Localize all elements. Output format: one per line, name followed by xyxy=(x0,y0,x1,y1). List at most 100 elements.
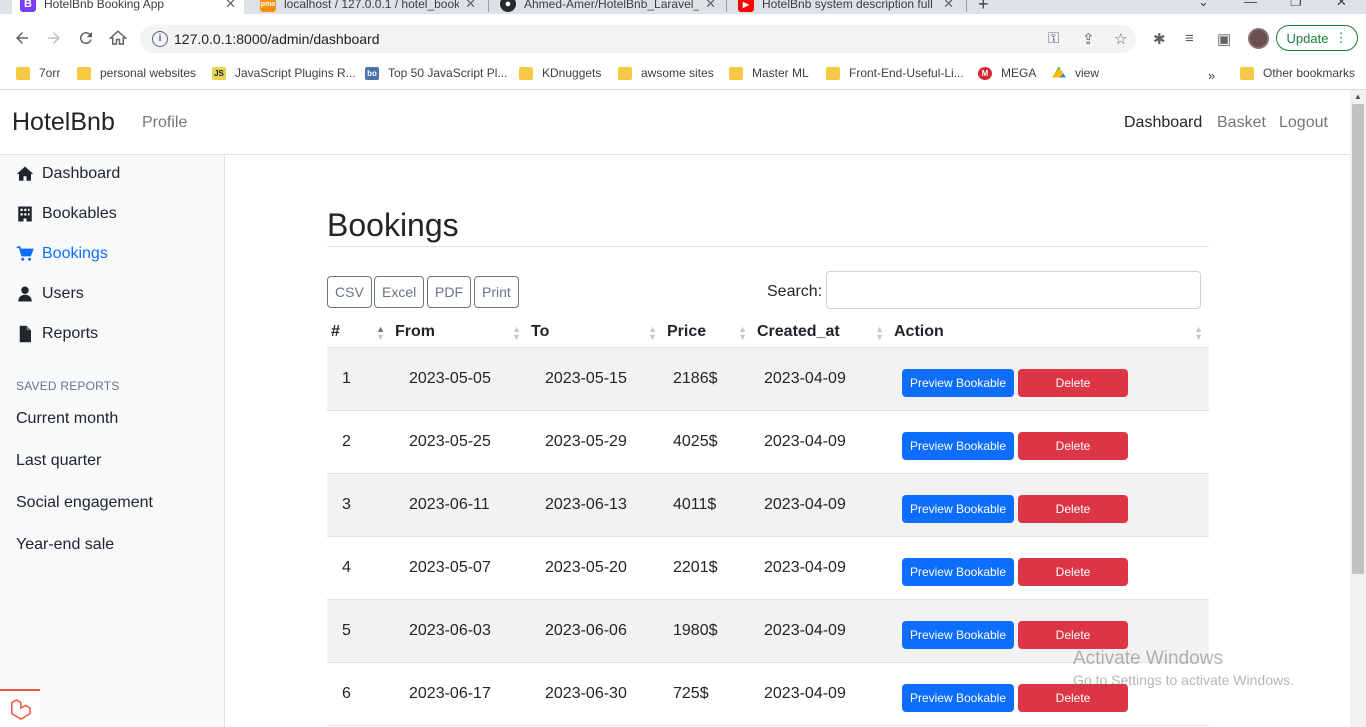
close-tab-icon[interactable]: ✕ xyxy=(225,0,236,12)
search-input[interactable] xyxy=(826,271,1201,309)
extensions-icon[interactable]: ✱ xyxy=(1153,30,1166,48)
bookmark-label: Top 50 JavaScript Pl... xyxy=(388,66,508,80)
sidebar-item-dashboard[interactable]: Dashboard xyxy=(16,165,120,183)
column-header-created-at[interactable]: Created_at ▲ ▼ xyxy=(753,317,890,348)
tab-title: HotelBnb system description full xyxy=(762,0,933,11)
update-button[interactable]: Update ⋮ xyxy=(1276,25,1358,51)
restore-icon[interactable]: ❐ xyxy=(1290,0,1302,10)
laravel-debugbar-icon[interactable] xyxy=(0,689,40,727)
bookmark-label: awsome sites xyxy=(641,66,714,80)
bookmark-star-icon[interactable]: ☆ xyxy=(1114,30,1127,48)
page-scrollbar[interactable]: ▲ xyxy=(1350,90,1366,727)
bookmark-item[interactable]: KDnuggets xyxy=(519,66,601,80)
back-icon[interactable] xyxy=(11,27,33,49)
bookmark-item[interactable]: personal websites xyxy=(77,66,196,80)
site-info-icon[interactable]: i xyxy=(152,31,168,47)
delete-button[interactable]: Delete xyxy=(1018,557,1128,586)
close-window-icon[interactable]: ✕ xyxy=(1336,0,1347,10)
column-header-from[interactable]: From ▲ ▼ xyxy=(391,317,527,348)
bookmark-item[interactable]: 7orr xyxy=(16,66,60,80)
preview-bookable-button[interactable]: Preview Bookable xyxy=(902,368,1014,397)
cell-from: 2023-06-03 xyxy=(391,599,527,663)
brand-logo[interactable]: HotelBnb xyxy=(12,108,115,137)
close-tab-icon[interactable]: ✕ xyxy=(943,0,954,12)
scrollbar-thumb[interactable] xyxy=(1352,104,1364,574)
table-row: 1 2023-05-05 2023-05-15 2186$ 2023-04-09… xyxy=(327,347,1209,411)
column-header-id[interactable]: # ▲ ▼ xyxy=(327,317,391,348)
cell-from: 2023-06-11 xyxy=(391,473,527,537)
other-bookmarks[interactable]: Other bookmarks xyxy=(1240,66,1355,80)
tab-hotelbnb[interactable]: B HotelBnb Booking App ✕ xyxy=(12,0,244,14)
tab-phpmyadmin[interactable]: pma localhost / 127.0.0.1 / hotel_book ✕ xyxy=(252,0,484,14)
address-bar[interactable]: i 127.0.0.1:8000/admin/dashboard ⚿ ⇪ ☆ xyxy=(140,25,1136,53)
minimize-icon[interactable]: — xyxy=(1244,0,1257,9)
delete-button[interactable]: Delete xyxy=(1018,494,1128,523)
profile-avatar[interactable] xyxy=(1248,28,1269,49)
sidebar-item-reports[interactable]: Reports xyxy=(16,325,98,343)
home-icon[interactable] xyxy=(107,27,129,49)
preview-bookable-button[interactable]: Preview Bookable xyxy=(902,683,1014,712)
report-last-quarter[interactable]: Last quarter xyxy=(16,452,101,470)
sidebar-item-bookings[interactable]: Bookings xyxy=(16,245,108,263)
preview-bookable-button[interactable]: Preview Bookable xyxy=(902,557,1014,586)
key-icon[interactable]: ⚿ xyxy=(1048,30,1059,47)
reload-icon[interactable] xyxy=(75,27,97,49)
bootstrap-favicon-icon: B xyxy=(20,0,36,12)
nav-logout-link[interactable]: Logout xyxy=(1279,114,1328,132)
nav-profile-link[interactable]: Profile xyxy=(142,114,187,132)
report-social-engagement[interactable]: Social engagement xyxy=(16,494,153,512)
media-queue-icon[interactable]: ≡ xyxy=(1185,30,1194,47)
bookmark-label: Front-End-Useful-Li... xyxy=(849,66,964,80)
cell-to: 2023-06-13 xyxy=(527,473,663,537)
sidebar-item-bookables[interactable]: Bookables xyxy=(16,205,117,223)
report-current-month[interactable]: Current month xyxy=(16,410,118,428)
print-button[interactable]: Print xyxy=(474,276,519,308)
column-header-action[interactable]: Action ▲ ▼ xyxy=(890,317,1209,348)
csv-button[interactable]: CSV xyxy=(327,276,372,308)
column-header-to[interactable]: To ▲ ▼ xyxy=(527,317,663,348)
folder-icon xyxy=(519,66,533,80)
nav-dashboard-link[interactable]: Dashboard xyxy=(1124,114,1202,132)
forward-icon[interactable] xyxy=(43,27,65,49)
mega-icon: M xyxy=(978,66,992,80)
share-icon[interactable]: ⇪ xyxy=(1082,30,1095,48)
delete-button[interactable]: Delete xyxy=(1018,431,1128,460)
bookmark-item[interactable]: Master ML xyxy=(729,66,809,80)
title-divider xyxy=(327,246,1209,247)
bookmark-item[interactable]: M MEGA xyxy=(978,66,1036,80)
more-bookmarks-icon[interactable]: » xyxy=(1208,68,1215,83)
tab-youtube[interactable]: ▶ HotelBnb system description full ✕ xyxy=(730,0,962,14)
delete-button[interactable]: Delete xyxy=(1018,368,1128,397)
preview-bookable-button[interactable]: Preview Bookable xyxy=(902,494,1014,523)
scroll-up-icon[interactable]: ▲ xyxy=(1354,92,1362,101)
nav-basket-link[interactable]: Basket xyxy=(1217,114,1266,132)
building-icon xyxy=(18,206,32,222)
tab-github[interactable]: ● Ahmed-Amer/HotelBnb_Laravel_ ✕ xyxy=(492,0,724,14)
cell-created-at: 2023-04-09 xyxy=(753,347,890,411)
preview-bookable-button[interactable]: Preview Bookable xyxy=(902,620,1014,649)
close-tab-icon[interactable]: ✕ xyxy=(705,0,716,12)
file-icon xyxy=(19,325,31,343)
report-year-end-sale[interactable]: Year-end sale xyxy=(16,536,114,554)
bookmark-item[interactable]: awsome sites xyxy=(618,66,714,80)
excel-button[interactable]: Excel xyxy=(374,276,425,308)
new-tab-icon[interactable]: + xyxy=(978,0,989,14)
cell-from: 2023-06-17 xyxy=(391,662,527,726)
pdf-button[interactable]: PDF xyxy=(427,276,471,308)
bookmark-label: personal websites xyxy=(100,66,197,80)
delete-button[interactable]: Delete xyxy=(1018,620,1128,649)
bookmark-item[interactable]: JS JavaScript Plugins R... xyxy=(212,66,356,80)
tab-search-icon[interactable]: ⌄ xyxy=(1198,0,1209,10)
sidebar-item-users[interactable]: Users xyxy=(16,285,84,303)
side-panel-icon[interactable]: ▣ xyxy=(1217,30,1231,48)
bookmark-item[interactable]: Front-End-Useful-Li... xyxy=(826,66,964,80)
sort-icon: ▲ ▼ xyxy=(875,324,884,342)
close-tab-icon[interactable]: ✕ xyxy=(465,0,476,12)
column-label: Action xyxy=(894,322,944,340)
bookmark-item[interactable]: bo Top 50 JavaScript Pl... xyxy=(365,66,507,80)
preview-bookable-button[interactable]: Preview Bookable xyxy=(902,431,1014,460)
column-label: Created_at xyxy=(757,322,840,340)
activate-windows-subtitle: Go to Settings to activate Windows. xyxy=(1073,672,1294,688)
column-header-price[interactable]: Price ▲ ▼ xyxy=(663,317,753,348)
bookmark-item[interactable]: view xyxy=(1052,66,1099,80)
